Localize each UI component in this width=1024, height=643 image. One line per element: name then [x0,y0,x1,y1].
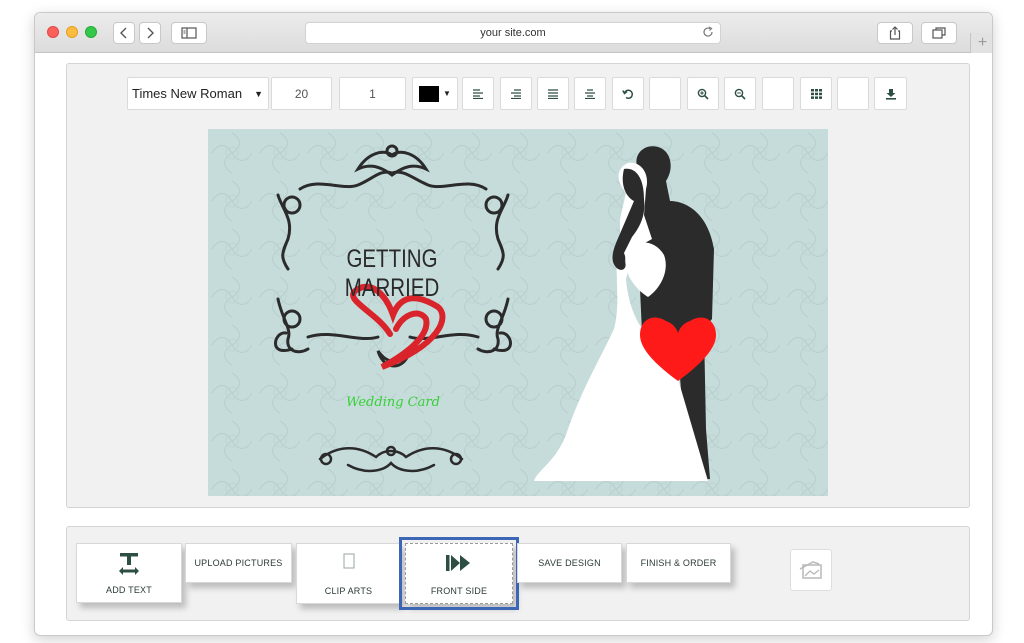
zoom-out-button[interactable] [724,77,756,110]
finish-order-label: FINISH & ORDER [640,558,717,568]
minimize-window-button[interactable] [66,26,78,38]
align-left-button[interactable] [462,77,494,110]
download-icon [885,88,896,100]
design-editor: Times New Roman ▼ 20 1 ▼ GETTING MARRIED… [66,63,970,508]
clip-arts-button[interactable]: CLIP ARTS [296,543,401,604]
plus-icon: + [977,34,988,51]
front-side-label: FRONT SIDE [430,586,488,596]
action-bar: ADD TEXT UPLOAD PICTURES CLIP ARTS FRONT… [66,526,970,621]
share-icon [889,26,901,40]
justify-button[interactable] [537,77,569,110]
url-text: your site.com [480,27,546,39]
tabs-icon [932,27,946,39]
font-family-value: Times New Roman [132,86,243,101]
chevron-right-icon [147,27,154,39]
line-height-input[interactable]: 1 [339,77,406,110]
clip-arts-icon [343,553,355,571]
canvas-artwork [208,129,828,496]
blank-tool-button[interactable] [649,77,681,110]
card-subtitle[interactable]: Wedding Card [338,395,448,410]
background-pattern [208,129,828,496]
reload-icon[interactable] [702,26,714,41]
font-family-select[interactable]: Times New Roman ▼ [127,77,269,110]
back-button[interactable] [113,22,135,44]
clip-arts-label: CLIP ARTS [324,586,373,596]
align-right-icon [511,88,521,99]
blank-tool-button-3[interactable] [837,77,869,110]
front-side-button[interactable]: FRONT SIDE [399,537,519,610]
dropdown-arrow-icon: ▼ [254,88,263,99]
close-window-button[interactable] [47,26,59,38]
address-bar[interactable]: your site.com [305,22,721,44]
align-left-icon [473,88,483,99]
add-text-label: ADD TEXT [106,585,152,595]
image-upload-button[interactable] [790,549,832,591]
justify-icon [548,88,558,99]
align-center-icon [585,88,595,99]
add-text-button[interactable]: ADD TEXT [76,543,182,603]
zoom-window-button[interactable] [85,26,97,38]
text-color-picker[interactable]: ▼ [412,77,458,110]
design-canvas[interactable]: GETTING MARRIED Wedding Card [208,129,828,496]
font-size-value: 20 [294,86,309,101]
share-button[interactable] [877,22,913,44]
new-tab-button[interactable]: + [970,33,992,53]
upload-pictures-button[interactable]: UPLOAD PICTURES [185,543,292,583]
zoom-out-icon [734,88,746,100]
grid-icon [810,88,822,99]
color-swatch [419,85,440,102]
save-design-label: SAVE DESIGN [538,558,601,568]
add-text-icon [117,553,141,577]
fast-forward-icon [445,553,473,575]
download-button[interactable] [874,77,907,110]
browser-titlebar: your site.com [35,13,992,53]
zoom-in-button[interactable] [687,77,719,110]
dropdown-arrow-icon: ▼ [443,89,451,98]
browser-window: your site.com + Times New Roman ▼ 20 1 ▼ [34,12,993,636]
finish-order-button[interactable]: FINISH & ORDER [626,543,731,583]
sidebar-icon [181,27,197,39]
rotate-icon [622,89,634,99]
save-design-button[interactable]: SAVE DESIGN [517,543,622,583]
align-right-button[interactable] [500,77,532,110]
sidebar-button[interactable] [171,22,207,44]
forward-button[interactable] [139,22,161,44]
upload-pictures-label: UPLOAD PICTURES [194,558,283,568]
chevron-left-icon [120,27,127,39]
image-icon [799,561,822,579]
tabs-button[interactable] [921,22,957,44]
line-height-value: 1 [369,86,376,101]
rotate-button[interactable] [612,77,644,110]
card-title[interactable]: GETTING MARRIED [321,245,462,303]
grid-button[interactable] [800,77,832,110]
font-size-input[interactable]: 20 [271,77,332,110]
zoom-in-icon [697,88,709,100]
blank-tool-button-2[interactable] [762,77,794,110]
align-center-button[interactable] [574,77,606,110]
